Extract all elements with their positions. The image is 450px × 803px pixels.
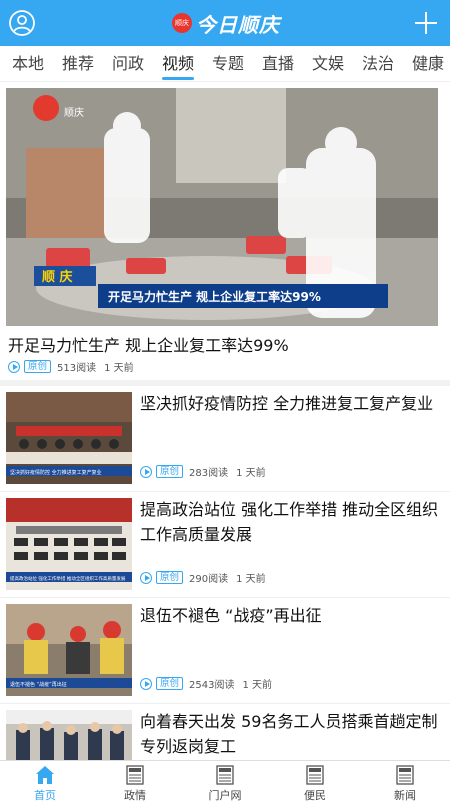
play-icon [140, 677, 152, 690]
list-item[interactable]: 坚决抓好疫情防控 全力推进复工复产复业 坚决抓好疫情防控 全力推进复工复产复业 … [0, 386, 450, 492]
caption-place: 顺 庆 [42, 269, 73, 285]
nav-label: 政情 [124, 789, 146, 802]
publish-time: 1 天前 [242, 680, 273, 691]
news-icon [306, 765, 324, 785]
nav-label: 新闻 [394, 789, 416, 802]
video-logo-text: 顺庆 [64, 106, 84, 119]
featured-thumbnail[interactable]: 顺庆 顺 庆 开足马力忙生产 规上企业复工率达99% [6, 88, 438, 326]
news-meta: 原创 2543阅读 1 天前 [140, 676, 272, 691]
news-thumbnail: 退伍不褪色 “战疫”再出征 [6, 604, 132, 696]
news-title[interactable]: 提高政治站位 强化工作举措 推动全区组织工作高质量发展 [140, 497, 440, 547]
news-title[interactable]: 退伍不褪色 “战疫”再出征 [140, 603, 440, 628]
plus-icon[interactable] [412, 9, 440, 37]
list-item[interactable]: 向着春天出发 59名务工人员搭乘首趟定制专列返岗复工 [0, 704, 450, 760]
news-thumbnail: 提高政治站位 强化工作举措 推动全区组织工作高质量发展 [6, 498, 132, 590]
featured-title[interactable]: 开足马力忙生产 规上企业复工率达99% [8, 332, 289, 356]
bottom-navigation: 首页 政情 门户网 便民 新闻 [0, 760, 450, 802]
tab-local[interactable]: 本地 [6, 46, 50, 82]
original-tag: 原创 [156, 465, 184, 478]
news-title[interactable]: 坚决抓好疫情防控 全力推进复工复产复业 [140, 391, 440, 416]
read-count: 290阅读 [189, 574, 229, 585]
factory-scene-image: 顺庆 顺 庆 开足马力忙生产 规上企业复工率达99% [6, 88, 438, 326]
user-icon[interactable] [8, 9, 36, 37]
read-count: 2543阅读 [189, 680, 235, 691]
nav-portal[interactable]: 门户网 [180, 761, 270, 802]
news-icon [396, 765, 414, 785]
news-icon [216, 765, 234, 785]
tab-recommend[interactable]: 推荐 [56, 46, 100, 82]
news-thumbnail [6, 710, 132, 760]
thumb-caption: 退伍不褪色 “战疫”再出征 [10, 681, 67, 688]
channel-logo-icon [33, 95, 59, 121]
tab-inquiry[interactable]: 问政 [106, 46, 150, 82]
nav-politics[interactable]: 政情 [90, 761, 180, 802]
news-thumbnail: 坚决抓好疫情防控 全力推进复工复产复业 [6, 392, 132, 484]
nav-home[interactable]: 首页 [0, 761, 90, 802]
app-logo: 顺庆 今日顺庆 [172, 10, 280, 37]
tab-entertainment[interactable]: 文娱 [306, 46, 350, 82]
tab-live[interactable]: 直播 [256, 46, 300, 82]
list-item[interactable]: 提高政治站位 强化工作举措 推动全区组织工作高质量发展 提高政治站位 强化工作举… [0, 492, 450, 598]
tab-topics[interactable]: 专题 [206, 46, 250, 82]
play-icon [140, 571, 152, 584]
publish-time: 1 天前 [236, 468, 266, 479]
read-count: 283阅读 [189, 468, 229, 479]
nav-label: 门户网 [208, 789, 242, 802]
nav-news[interactable]: 新闻 [360, 761, 450, 802]
caption-text: 开足马力忙生产 规上企业复工率达99% [108, 289, 321, 304]
logo-seal: 顺庆 [172, 13, 192, 33]
nav-label: 首页 [34, 789, 56, 802]
news-icon [126, 765, 144, 785]
logo-text: 今日顺庆 [196, 12, 280, 37]
featured-meta: 原创 513阅读 1 天前 [8, 359, 134, 374]
publish-time: 1 天前 [104, 363, 134, 374]
list-item[interactable]: 退伍不褪色 “战疫”再出征 退伍不褪色 “战疫”再出征 原创 2543阅读 1 … [0, 598, 450, 704]
play-icon [8, 360, 20, 373]
thumb-caption: 坚决抓好疫情防控 全力推进复工复产复业 [10, 469, 102, 476]
tab-health[interactable]: 健康 [406, 46, 450, 82]
thumb-caption: 提高政治站位 强化工作举措 推动全区组织工作高质量发展 [10, 575, 126, 582]
tab-law[interactable]: 法治 [356, 46, 400, 82]
news-title[interactable]: 向着春天出发 59名务工人员搭乘首趟定制专列返岗复工 [140, 709, 440, 759]
category-tabs: 本地 推荐 问政 视频 专题 直播 文娱 法治 健康 [0, 46, 450, 82]
original-tag: 原创 [24, 360, 52, 373]
news-meta: 原创 290阅读 1 天前 [140, 570, 266, 585]
home-icon [36, 766, 54, 784]
publish-time: 1 天前 [236, 574, 266, 585]
nav-services[interactable]: 便民 [270, 761, 360, 802]
app-header: 顺庆 今日顺庆 [0, 0, 450, 46]
original-tag: 原创 [156, 677, 184, 690]
active-tab-indicator [162, 77, 194, 80]
read-count: 513阅读 [57, 363, 97, 374]
nav-label: 便民 [304, 789, 326, 802]
play-icon [140, 465, 152, 478]
original-tag: 原创 [156, 571, 184, 584]
news-meta: 原创 283阅读 1 天前 [140, 464, 266, 479]
